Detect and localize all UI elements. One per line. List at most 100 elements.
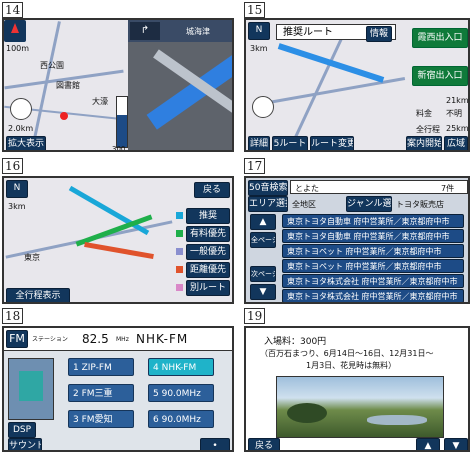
current-position-icon <box>60 112 68 120</box>
area-value: 全地区 <box>292 200 316 209</box>
result-row[interactable]: 東京トヨペット 府中営業所／東京都府中市 <box>282 259 464 273</box>
preset-6[interactable]: 6 90.0MHz <box>148 410 214 428</box>
compass-icon[interactable]: N <box>6 180 28 198</box>
intersection-3d-view: ↱ 城海津 <box>128 20 232 150</box>
detail-button[interactable]: 詳細 <box>248 136 270 150</box>
route-color-swatch <box>176 230 183 237</box>
place-label: 西公園 <box>40 61 64 70</box>
clock-icon <box>252 96 274 118</box>
zoom-button[interactable]: 拡大表示 <box>6 136 46 150</box>
next-page-button[interactable]: 次ページ <box>250 266 276 282</box>
route-color-swatch <box>176 248 183 255</box>
admission-fee-text: 入場料：300円 <box>264 337 327 347</box>
fee-label: 料金 <box>416 109 432 118</box>
route-line-recommended <box>68 185 150 236</box>
genre-value: トヨタ販売店 <box>396 200 444 209</box>
road <box>256 76 406 107</box>
description-line: 1月3日、花見時は無料） <box>306 361 397 370</box>
area-select-tab[interactable]: エリア選択 <box>248 196 288 212</box>
auto-button[interactable]: • <box>200 438 230 450</box>
route-color-swatch <box>176 266 183 273</box>
search-query: とよた <box>295 184 319 193</box>
turn-arrow-icon: ↱ <box>130 22 160 40</box>
panel-14-navigation-map: 100m 西公園 図書館 大濠 2.0km 拡大表示 ↱ 城海津 300 <box>2 18 234 152</box>
start-guidance-button[interactable]: 案内開始 <box>406 136 442 150</box>
preset-4[interactable]: 4 NHK-FM <box>148 358 214 376</box>
route-line-distance <box>84 241 154 260</box>
frequency-value: 82.5 <box>82 332 109 346</box>
place-label: 図書館 <box>56 81 80 90</box>
place-label: 大濠 <box>92 97 108 106</box>
route-option-recommended[interactable]: 推奨 <box>186 208 230 224</box>
preset-5[interactable]: 5 90.0MHz <box>148 384 214 402</box>
figure-number-14: 14 <box>2 2 24 18</box>
page-all-button[interactable]: 全ページ <box>250 232 276 248</box>
scroll-down-button[interactable]: ▼ <box>250 284 276 300</box>
frequency-unit: MHz <box>116 336 129 343</box>
panel-19-poi-detail: 入場料：300円 （百万石まつり、6月14日〜16日、12月31日〜 1月3日、… <box>244 326 470 452</box>
result-row[interactable]: 東京トヨタ自動車 府中営業所／東京都府中市 <box>282 229 464 243</box>
scroll-down-button[interactable]: ▼ <box>444 438 468 450</box>
equalizer-icon <box>8 358 54 420</box>
result-count: 7件 <box>441 184 455 193</box>
description-line: （百万石まつり、6月14日〜16日、12月31日〜 <box>260 349 434 358</box>
exit-sign-1: 霞西出入口 <box>412 28 468 48</box>
panel-18-radio: FM ステーション 82.5 MHz NHK-FM DSP サウンド 1 ZIP… <box>2 326 234 452</box>
intersection-name: 城海津 <box>186 27 210 36</box>
kana-search-tab[interactable]: 50音検索 <box>248 180 288 196</box>
figure-number-15: 15 <box>244 2 266 18</box>
route-color-swatch <box>176 284 183 291</box>
place-label: 東京 <box>24 253 40 262</box>
compass-icon[interactable]: N <box>248 22 270 40</box>
panel-15-route-map: N 3km 推奨ルート 情報 霞西出入口 新宿出入口 21km 料金 不明 全行… <box>244 18 470 152</box>
route-change-button[interactable]: ルート変更 <box>310 136 354 150</box>
figure-number-17: 17 <box>244 158 266 174</box>
station-caption: ステーション <box>32 336 68 343</box>
exit-sign-2: 新宿出入口 <box>412 66 468 86</box>
full-route-button[interactable]: 全行程表示 <box>6 288 70 302</box>
scale-label: 3km <box>250 44 268 53</box>
scroll-up-button[interactable]: ▲ <box>416 438 440 450</box>
route-line <box>277 43 385 83</box>
scroll-up-button[interactable]: ▲ <box>250 214 276 230</box>
poi-photo <box>276 376 444 438</box>
info-button[interactable]: 情報 <box>366 26 392 42</box>
panel-17-search-list: 50音検索 とよた 7件 エリア選択 全地区 ジャンル選択 トヨタ販売店 ▲ 全… <box>244 176 470 304</box>
panel-16-route-compare-map: N 3km 東京 戻る 推奨 有料優先 一般優先 距離優先 別ルート 全行程表示 <box>2 176 234 304</box>
five-route-button[interactable]: 5ルート <box>272 136 308 150</box>
route-option-toll[interactable]: 有料優先 <box>186 226 230 242</box>
preset-2[interactable]: 2 FM三重 <box>68 384 134 402</box>
fee-value: 不明 <box>446 109 462 118</box>
band-fm-label[interactable]: FM <box>6 330 28 348</box>
scale-label: 3km <box>8 202 26 211</box>
back-button[interactable]: 戻る <box>248 438 280 450</box>
route-option-distance[interactable]: 距離優先 <box>186 262 230 278</box>
result-row[interactable]: 東京トヨタ株式会社 府中営業所／東京都府中市 <box>282 289 464 302</box>
result-row[interactable]: 東京トヨペット 府中営業所／東京都府中市 <box>282 244 464 258</box>
scale-label: 100m <box>6 44 30 53</box>
compass-icon[interactable] <box>4 20 26 42</box>
genre-select-tab[interactable]: ジャンル選択 <box>346 196 392 212</box>
figure-number-16: 16 <box>2 158 24 174</box>
preset-1[interactable]: 1 ZIP-FM <box>68 358 134 376</box>
distance-gauge <box>116 96 128 148</box>
wide-area-button[interactable]: 広域 <box>444 136 468 150</box>
route-option-alternate[interactable]: 別ルート <box>186 280 230 296</box>
sound-button[interactable]: サウンド <box>8 438 42 450</box>
total-value: 25km <box>446 124 469 133</box>
dsp-button[interactable]: DSP <box>8 422 36 438</box>
gauge-tick: 300 <box>112 145 126 152</box>
total-label: 全行程 <box>416 125 440 134</box>
distance-readout: 2.0km <box>8 124 34 133</box>
search-query-field[interactable]: とよた 7件 <box>290 180 468 194</box>
preset-3[interactable]: 3 FM愛知 <box>68 410 134 428</box>
result-row[interactable]: 東京トヨタ自動車 府中営業所／東京都府中市 <box>282 214 464 228</box>
result-row[interactable]: 東京トヨタ株式会社 府中営業所／東京都府中市 <box>282 274 464 288</box>
clock-icon <box>10 98 32 120</box>
route-option-general[interactable]: 一般優先 <box>186 244 230 260</box>
back-button[interactable]: 戻る <box>194 182 230 198</box>
distance-readout: 21km <box>446 96 469 105</box>
figure-number-18: 18 <box>2 308 24 324</box>
figure-number-19: 19 <box>244 308 266 324</box>
station-name: NHK-FM <box>136 332 189 346</box>
